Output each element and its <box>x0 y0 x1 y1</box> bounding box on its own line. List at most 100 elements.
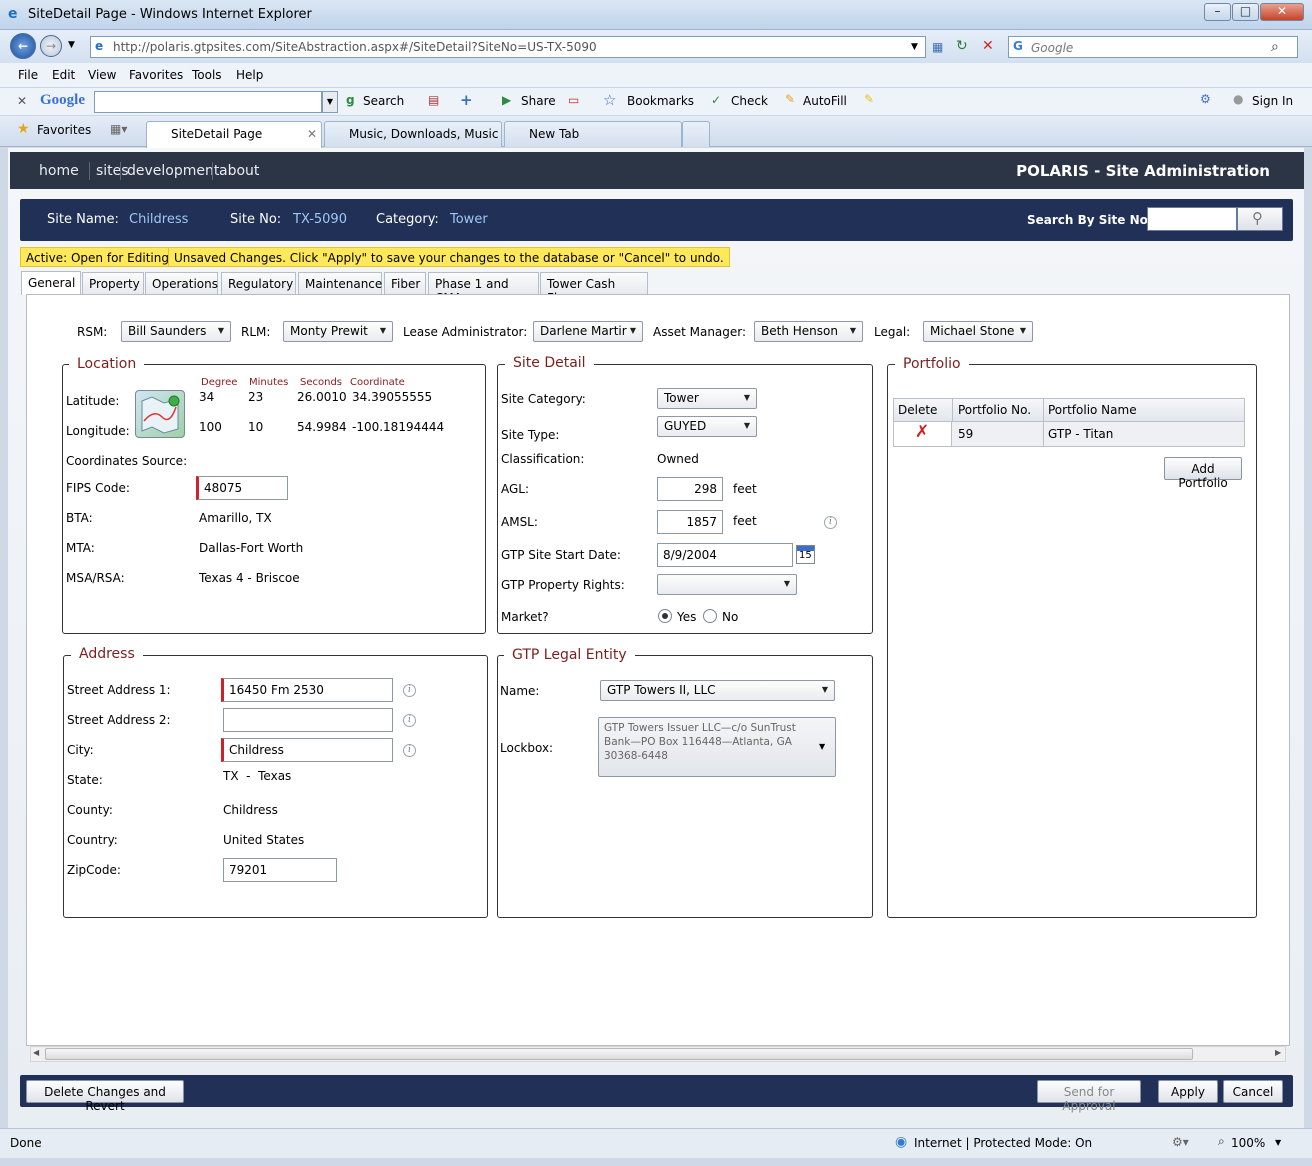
toolbar-news-icon[interactable]: ▤ <box>428 93 439 107</box>
tab-tower-cash-flow[interactable]: Tower Cash Flow <box>540 272 648 305</box>
asset-manager-dropdown[interactable]: Beth Henson ▼ <box>754 321 863 342</box>
send-approval-button[interactable]: Send for Approval <box>1037 1080 1141 1113</box>
tab-new[interactable]: New Tab <box>504 121 682 147</box>
tab-property[interactable]: Property <box>82 272 144 295</box>
maximize-button[interactable]: □ <box>1232 3 1259 21</box>
tab-operations[interactable]: Operations <box>145 272 218 295</box>
wrench-icon[interactable]: ⚙ <box>1200 92 1211 106</box>
menu-tools[interactable]: Tools <box>192 68 222 82</box>
info-icon[interactable]: i <box>403 684 416 697</box>
zoom-level[interactable]: 100% <box>1231 1136 1265 1150</box>
refresh-icon[interactable]: ↻ <box>956 38 968 54</box>
map-icon[interactable] <box>135 390 185 438</box>
nav-about[interactable]: about <box>219 163 259 179</box>
lease-admin-dropdown[interactable]: Darlene Martir ▼ <box>533 321 643 342</box>
market-no-radio[interactable] <box>703 609 717 623</box>
market-yes-radio[interactable] <box>658 609 672 623</box>
search-icon[interactable]: ⌕ <box>1271 39 1279 55</box>
site-type-dropdown[interactable]: GUYED ▼ <box>657 416 757 437</box>
menu-help[interactable]: Help <box>236 68 263 82</box>
tab-fiber[interactable]: Fiber <box>384 272 426 295</box>
highlighter-icon[interactable]: ✎ <box>864 92 874 106</box>
entity-name-dropdown[interactable]: GTP Towers II, LLC ▼ <box>600 680 835 701</box>
stop-icon[interactable]: ✕ <box>982 38 994 54</box>
market-yes-label: Yes <box>677 610 697 624</box>
delete-revert-button[interactable]: Delete Changes and Revert <box>26 1080 184 1113</box>
tab-phase1-cma[interactable]: Phase 1 and CMA <box>428 272 539 305</box>
scroll-left-icon[interactable]: ◀ <box>33 1048 39 1057</box>
toolbar-bookmarks[interactable]: Bookmarks <box>627 94 694 108</box>
tab-sitedetail[interactable]: SiteDetail Page ✕ <box>146 121 322 148</box>
street2-input[interactable] <box>223 708 393 732</box>
menu-view[interactable]: View <box>88 68 116 82</box>
radio-dot <box>662 613 668 619</box>
legal-dropdown[interactable]: Michael Stone ▼ <box>923 321 1033 342</box>
agl-input[interactable]: 298 <box>657 477 723 501</box>
tab-general[interactable]: General <box>21 271 81 295</box>
toolbar-search[interactable]: Search <box>363 94 404 108</box>
country-value: United States <box>223 833 305 847</box>
browser-search-box[interactable]: G Google ⌕ <box>1008 36 1298 58</box>
zoom-dropdown-icon[interactable]: ▼ <box>1275 1138 1281 1147</box>
site-search-button[interactable]: ⚲ <box>1237 207 1283 231</box>
toolbar-check[interactable]: Check <box>731 94 768 108</box>
site-category-dropdown[interactable]: Tower ▼ <box>657 388 757 409</box>
close-tab-icon[interactable]: ✕ <box>307 127 317 141</box>
horizontal-scrollbar[interactable]: ◀ ▶ <box>30 1046 1286 1062</box>
calendar-icon[interactable]: 15 <box>796 545 815 564</box>
add-portfolio-button[interactable]: Add Portfolio <box>1164 457 1242 490</box>
toolbar-plus-icon[interactable]: + <box>460 91 473 109</box>
menu-favorites[interactable]: Favorites <box>129 68 183 82</box>
back-button[interactable]: ← <box>10 33 36 59</box>
address-dropdown-icon[interactable]: ▼ <box>911 42 918 52</box>
start-date-input[interactable]: 8/9/2004 <box>657 543 793 567</box>
table-row[interactable]: ✗ 59 GTP - Titan <box>893 422 1245 447</box>
scroll-right-icon[interactable]: ▶ <box>1275 1048 1281 1057</box>
tab-regulatory[interactable]: Regulatory <box>221 272 296 295</box>
share-icon: ▶ <box>502 93 512 107</box>
tab-maintenance[interactable]: Maintenance <box>298 272 382 295</box>
nav-home[interactable]: home <box>39 163 79 179</box>
toolbar-signin[interactable]: Sign In <box>1252 94 1293 108</box>
toolbar-share[interactable]: Share <box>521 94 556 108</box>
scrollbar-thumb[interactable] <box>45 1048 1193 1060</box>
toolbar-block-icon[interactable]: ▭ <box>568 93 579 107</box>
amsl-input[interactable]: 1857 <box>657 510 723 534</box>
city-input[interactable]: Childress <box>221 738 393 762</box>
history-dropdown-icon[interactable]: ▼ <box>68 40 75 50</box>
zip-input[interactable]: 79201 <box>223 858 337 882</box>
tab-music[interactable]: Music, Downloads, Music ... <box>324 121 502 147</box>
info-icon[interactable]: i <box>403 744 416 757</box>
fips-input[interactable]: 48075 <box>196 476 288 500</box>
rsm-dropdown[interactable]: Bill Saunders ▼ <box>121 321 231 342</box>
property-rights-dropdown[interactable]: ▼ <box>657 574 797 595</box>
site-search-input[interactable] <box>1147 207 1237 231</box>
info-icon[interactable]: i <box>824 516 837 529</box>
address-bar[interactable]: e http://polaris.gtpsites.com/SiteAbstra… <box>90 36 926 58</box>
nav-sites[interactable]: sites <box>96 163 129 179</box>
quick-tabs-icon[interactable]: ▦▾ <box>110 122 127 136</box>
favorites-button[interactable]: Favorites <box>37 123 91 137</box>
info-icon[interactable]: i <box>403 714 416 727</box>
menu-file[interactable]: File <box>18 68 38 82</box>
close-toolbar-icon[interactable]: ✕ <box>17 94 27 108</box>
toolbar-autofill[interactable]: AutoFill <box>803 94 847 108</box>
minimize-button[interactable]: – <box>1204 3 1231 21</box>
street1-input[interactable]: 16450 Fm 2530 <box>221 678 393 702</box>
menu-edit[interactable]: Edit <box>52 68 75 82</box>
cancel-button[interactable]: Cancel <box>1223 1080 1283 1103</box>
chevron-down-icon: ▼ <box>1019 326 1026 335</box>
lockbox-dropdown[interactable]: GTP Towers Issuer LLC—c/o SunTrust Bank—… <box>598 717 836 777</box>
google-search-dropdown[interactable]: ▼ <box>322 91 338 113</box>
forward-button[interactable]: → <box>40 35 62 57</box>
protected-mode-icon[interactable]: ⚙▾ <box>1172 1135 1189 1149</box>
rlm-dropdown[interactable]: Monty Prewit ▼ <box>283 321 393 342</box>
new-tab-button[interactable] <box>682 121 710 147</box>
delete-x-icon[interactable]: ✗ <box>915 422 929 442</box>
amsl-unit: feet <box>733 514 757 528</box>
close-window-button[interactable]: ✕ <box>1260 3 1304 21</box>
compatibility-icon[interactable]: ▦ <box>932 40 943 54</box>
nav-development[interactable]: development <box>127 163 219 179</box>
google-search-input[interactable] <box>94 91 322 113</box>
apply-button[interactable]: Apply <box>1158 1080 1218 1103</box>
